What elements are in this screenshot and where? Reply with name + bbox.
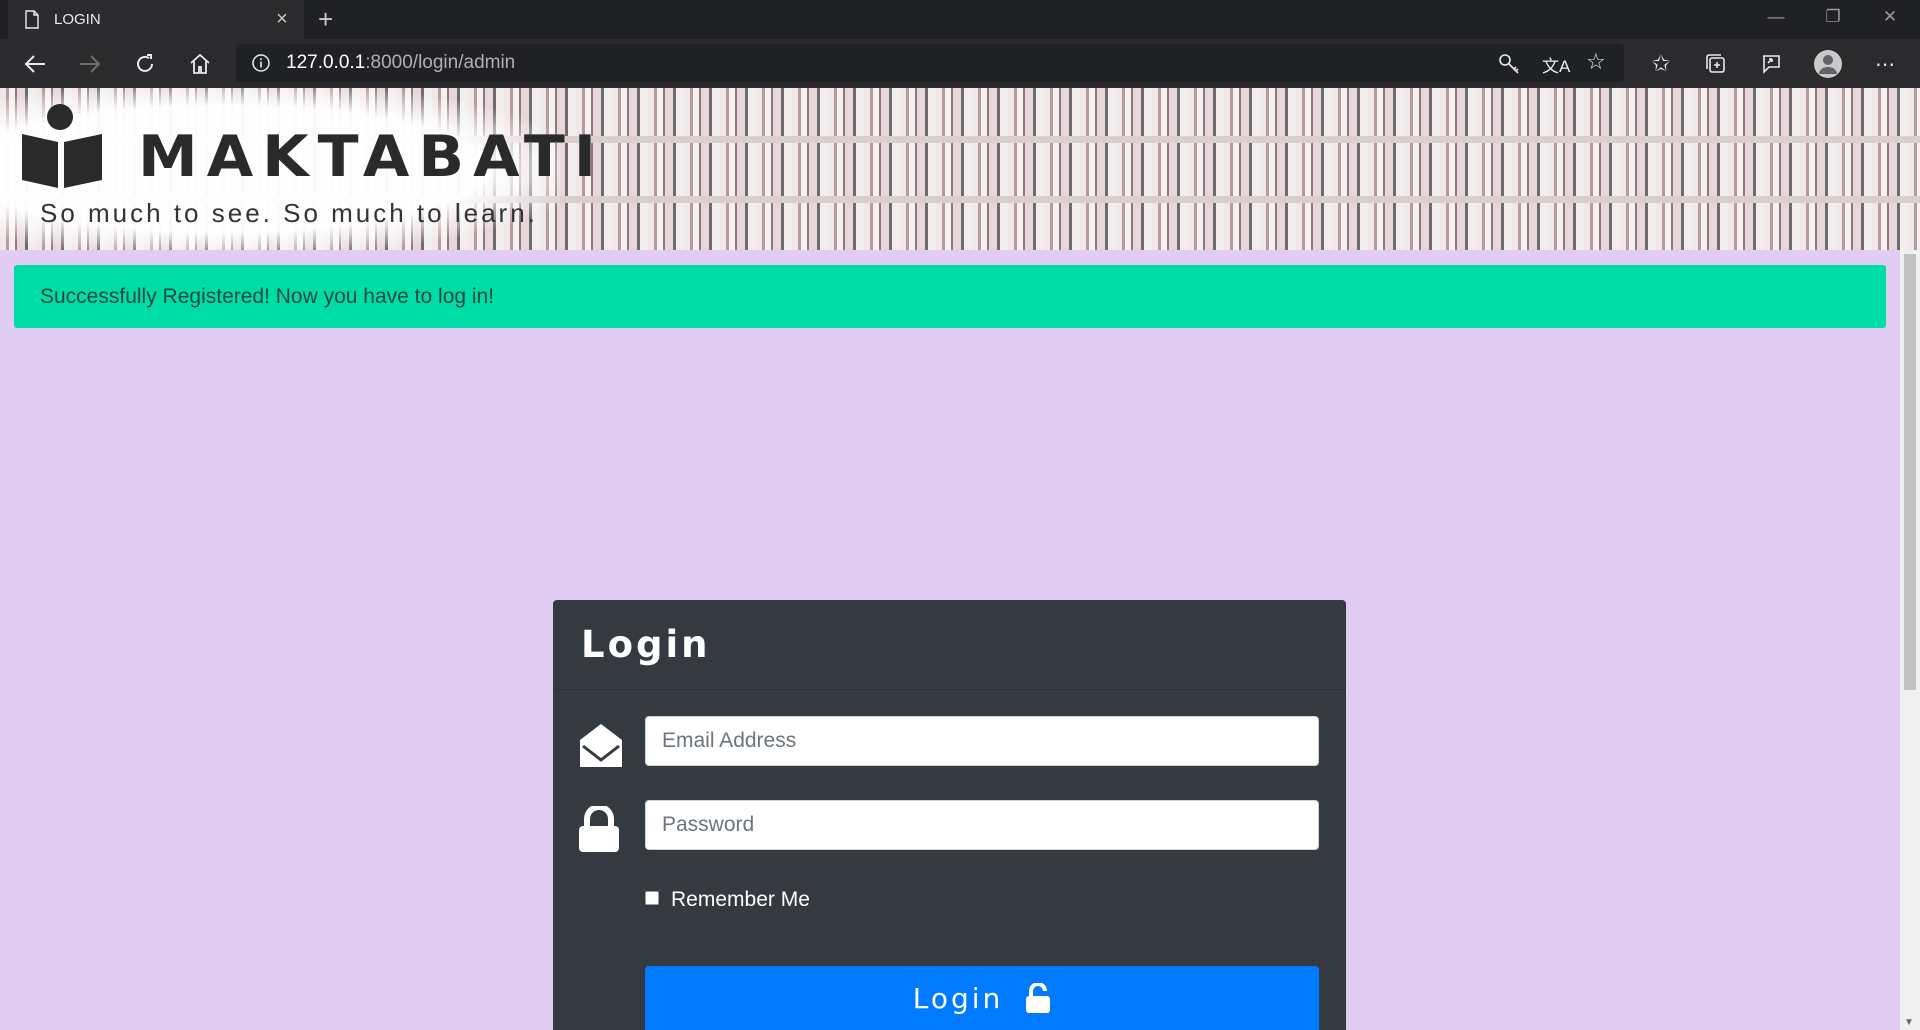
collections-icon[interactable] <box>1703 51 1729 77</box>
brand-tagline: So much to see. So much to learn. <box>40 198 538 228</box>
remember-me-row[interactable]: Remember Me <box>645 888 810 912</box>
page-icon <box>25 10 39 29</box>
lock-icon <box>579 804 619 857</box>
url-path: :8000/login/admin <box>365 52 516 73</box>
login-card-header: Login <box>553 600 1346 690</box>
window-close-icon[interactable]: ✕ <box>1872 7 1908 27</box>
alert-message: Successfully Registered! Now you have to… <box>40 284 495 308</box>
more-icon[interactable]: ⋯ <box>1872 51 1898 77</box>
close-icon[interactable]: × <box>272 8 292 31</box>
browser-tab[interactable]: LOGIN × <box>8 0 304 39</box>
envelope-icon <box>579 722 623 773</box>
scrollbar-thumb[interactable] <box>1904 254 1916 690</box>
reader-logo-icon <box>20 102 128 195</box>
remember-me-label[interactable]: Remember Me <box>671 888 810 912</box>
remember-me-checkbox[interactable] <box>645 891 659 905</box>
home-icon[interactable] <box>187 51 213 77</box>
back-icon[interactable] <box>22 51 48 77</box>
password-field[interactable]: Password <box>645 800 1319 850</box>
login-button-label: Login <box>912 981 1004 1015</box>
info-icon[interactable] <box>252 54 270 72</box>
page-scrollbar[interactable]: ▼ <box>1900 250 1920 1030</box>
translate-icon[interactable]: 文A <box>1542 52 1570 77</box>
login-card: Login Email Address Password Remember Me… <box>553 600 1346 1030</box>
success-alert: Successfully Registered! Now you have to… <box>14 265 1886 328</box>
login-title: Login <box>581 623 711 666</box>
address-bar[interactable]: 127.0.0.1:8000/login/admin 文A ☆ <box>236 44 1624 82</box>
url-host: 127.0.0.1 <box>286 52 366 73</box>
browser-toolbar: 127.0.0.1:8000/login/admin 文A ☆ ✩ ⋯ <box>0 39 1920 88</box>
favorites-icon[interactable]: ✩ <box>1648 51 1674 77</box>
browser-tab-strip: LOGIN × + — ❐ ✕ <box>0 0 1920 39</box>
scroll-down-arrow[interactable]: ▼ <box>1904 1017 1914 1028</box>
star-icon[interactable]: ☆ <box>1586 49 1606 75</box>
share-icon[interactable] <box>1758 51 1784 77</box>
minimize-icon[interactable]: — <box>1758 7 1794 27</box>
login-button[interactable]: Login <box>645 966 1319 1030</box>
brand-name[interactable]: MAKTABATI <box>138 124 605 191</box>
restore-icon[interactable]: ❐ <box>1815 7 1851 27</box>
unlock-icon <box>1026 983 1051 1013</box>
header-banner: MAKTABATI So much to see. So much to lea… <box>0 88 1920 250</box>
forward-icon[interactable] <box>77 51 103 77</box>
email-field[interactable]: Email Address <box>645 716 1319 766</box>
key-icon[interactable] <box>1498 53 1520 80</box>
refresh-icon[interactable] <box>132 51 158 77</box>
profile-icon[interactable] <box>1813 49 1843 79</box>
tab-title: LOGIN <box>54 11 101 28</box>
plus-icon[interactable]: + <box>318 6 333 32</box>
